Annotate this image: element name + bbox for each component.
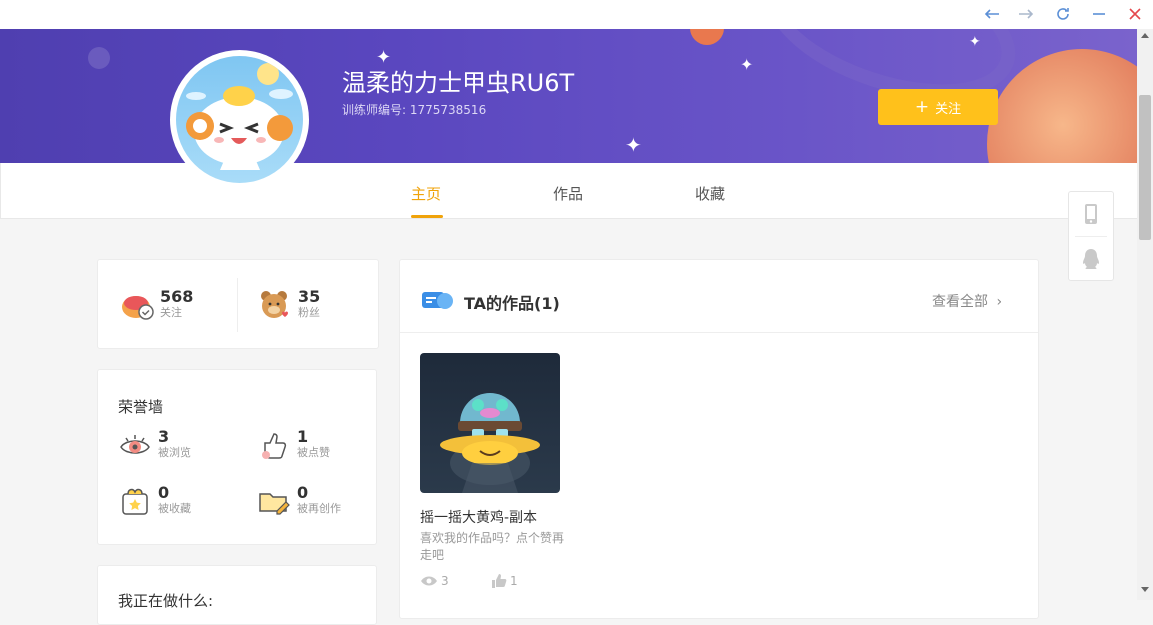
minimize-button[interactable] [1089,4,1109,24]
decor-planet-small [690,29,724,45]
trainer-id: 训练师编号: 1775738516 [342,103,487,117]
remix-count: 0 [297,483,309,502]
works-divider [400,332,1038,333]
phone-icon [1085,204,1097,224]
mobile-button[interactable] [1069,192,1113,236]
see-all-link[interactable]: 查看全部 › [932,291,1002,311]
honor-wall-title: 荣誉墙 [118,398,164,416]
works-icon [421,289,455,315]
social-stats-card: 568 关注 35 粉丝 [97,259,379,349]
avatar-character-icon [186,63,293,170]
fans-stat[interactable]: 35 粉丝 [258,288,320,322]
active-tab-indicator [411,215,443,218]
work-likes[interactable]: 1 [491,574,518,588]
side-toolbar [1068,191,1114,281]
plus-icon: + [914,96,930,117]
arrow-left-icon [984,9,999,19]
window-toolbar [0,0,1153,29]
back-button[interactable] [982,4,1002,24]
tab-works[interactable]: 作品 [553,183,583,204]
views-label: 被浏览 [158,446,191,459]
remix-label: 被再创作 [297,502,341,515]
honor-wall-card: 荣誉墙 3 被浏览 1 被点赞 0 被收藏 0 被再创作 [97,369,377,545]
see-all-label: 查看全部 [932,294,988,310]
work-description: 喜欢我的作品吗？点个赞再走吧 [420,531,565,562]
following-count: 568 [160,287,194,306]
eye-icon [118,428,152,462]
tab-home[interactable]: 主页 [411,183,441,204]
remix-stat: 0 被再创作 [257,484,341,518]
work-thumbnail[interactable] [420,353,560,493]
eye-icon [421,576,437,586]
doing-card: 我正在做什么: [97,565,377,625]
avatar[interactable] [170,50,309,189]
thumbs-up-icon [492,574,507,588]
chevron-right-icon: › [996,294,1003,310]
following-label: 关注 [160,306,182,319]
favorites-count: 0 [158,483,170,502]
scroll-down-icon[interactable] [1141,587,1149,592]
doing-title: 我正在做什么: [118,592,214,610]
likes-label: 被点赞 [297,446,330,459]
profile-tabs: 主页 作品 收藏 [0,163,1137,219]
favorites-box-icon [118,484,152,518]
remix-folder-icon [257,484,291,518]
views-stat: 3 被浏览 [118,428,191,462]
following-icon [120,288,154,322]
scrollbar-thumb[interactable] [1139,95,1151,240]
username: 温柔的力士甲虫RU6T [342,69,575,97]
fans-count: 35 [298,287,321,306]
fans-label: 粉丝 [298,306,320,319]
tab-favorites[interactable]: 收藏 [695,183,725,204]
likes-count: 1 [297,427,309,446]
close-icon [1129,8,1141,20]
fans-icon [258,288,292,322]
work-views: 3 [420,574,449,588]
arrow-right-icon [1019,9,1034,19]
forward-button[interactable] [1016,4,1036,24]
favorites-stat: 0 被收藏 [118,484,191,518]
works-title: TA的作品(1) [464,294,560,313]
refresh-icon [1057,8,1069,20]
ufo-chick-icon [440,393,540,493]
scroll-up-icon[interactable] [1141,33,1149,38]
decor-dot [88,47,110,69]
refresh-button[interactable] [1053,4,1073,24]
likes-stat: 1 被点赞 [257,428,330,462]
star-icon: ✦ [969,34,981,50]
follow-label: 关注 [935,101,962,117]
thumbs-up-icon [257,428,291,462]
follow-button[interactable]: + 关注 [878,89,998,125]
star-icon: ✦ [625,133,642,157]
views-count: 3 [158,427,170,446]
close-button[interactable] [1125,4,1145,24]
qq-button[interactable] [1069,237,1113,281]
following-stat[interactable]: 568 关注 [120,288,193,322]
work-likes-count: 1 [510,574,518,588]
work-title[interactable]: 摇一摇大黄鸡-副本 [420,507,537,527]
star-icon: ✦ [740,55,754,74]
minimize-icon [1093,13,1105,15]
qq-icon [1083,249,1099,269]
work-views-count: 3 [441,574,449,588]
favorites-label: 被收藏 [158,502,191,515]
